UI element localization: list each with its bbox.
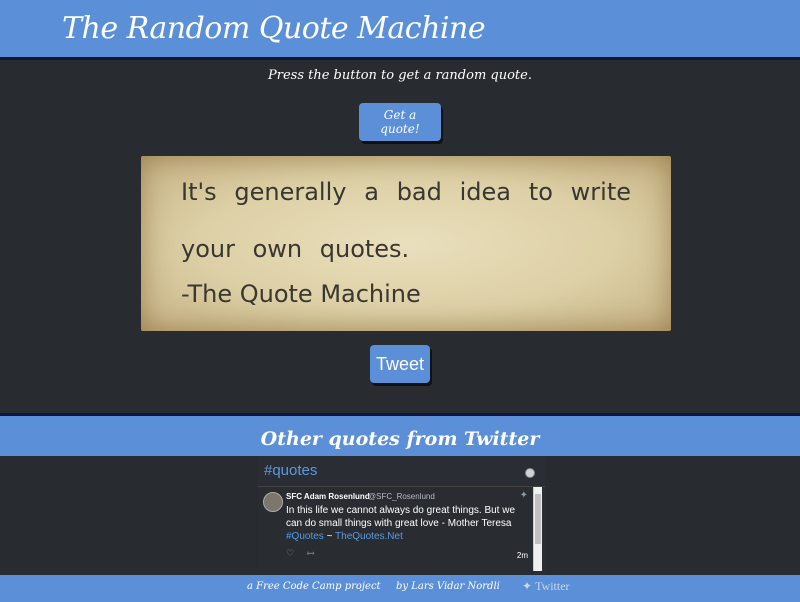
tweet-actions: ♡ ↦ xyxy=(286,549,325,559)
quote-text: It's generally a bad idea to write your … xyxy=(181,178,631,263)
quote-author: -The Quote Machine xyxy=(181,280,421,308)
avatar[interactable] xyxy=(263,492,283,512)
heart-icon[interactable]: ♡ xyxy=(286,549,294,559)
scrollbar-thumb[interactable] xyxy=(535,494,541,544)
share-icon[interactable]: ↦ xyxy=(307,549,315,559)
tweet-body: In this life we cannot always do great t… xyxy=(286,504,531,543)
twitter-section-header: Other quotes from Twitter xyxy=(0,413,800,456)
footer-bar: a Free Code Camp project by Lars Vidar N… xyxy=(0,575,800,602)
tweet-timestamp[interactable]: 2m xyxy=(517,551,528,560)
tweet-url-link[interactable]: TheQuotes.Net xyxy=(335,531,403,542)
info-icon[interactable] xyxy=(525,468,535,478)
page-title: The Random Quote Machine xyxy=(62,11,486,46)
tweet-author-handle[interactable]: @SFC_Rosenlund xyxy=(368,492,435,501)
twitter-bird-icon: ✦ xyxy=(522,579,533,593)
header-bar: The Random Quote Machine xyxy=(0,0,800,60)
tweet-card[interactable]: SFC Adam Rosenlund @SFC_Rosenlund ✦ In t… xyxy=(258,487,534,574)
footer-author-link[interactable]: by Lars Vidar Nordli xyxy=(396,581,500,592)
tweet-text: In this life we cannot always do great t… xyxy=(286,505,516,529)
timeline-scroll-area: SFC Adam Rosenlund @SFC_Rosenlund ✦ In t… xyxy=(258,486,545,574)
tweet-hashtag-link[interactable]: #Quotes xyxy=(286,531,324,542)
quote-paper: It's generally a bad idea to write your … xyxy=(141,156,671,331)
twitter-bird-icon[interactable]: ✦ xyxy=(520,490,528,501)
timeline-scrollbar[interactable] xyxy=(533,487,542,571)
tweet-button[interactable]: Tweet xyxy=(370,345,430,383)
tweet-author-name[interactable]: SFC Adam Rosenlund xyxy=(286,492,370,501)
footer-twitter-link[interactable]: ✦ Twitter xyxy=(522,579,570,594)
instruction-text: Press the button to get a random quote. xyxy=(268,68,532,83)
get-quote-button[interactable]: Get a quote! xyxy=(359,103,441,141)
twitter-section-title: Other quotes from Twitter xyxy=(260,428,540,450)
tweet-separator: ~ xyxy=(323,531,336,542)
footer-twitter-label: Twitter xyxy=(535,579,570,593)
twitter-timeline: #quotes SFC Adam Rosenlund @SFC_Rosenlun… xyxy=(258,456,545,574)
timeline-hashtag[interactable]: #quotes xyxy=(264,462,317,479)
footer-project-link[interactable]: a Free Code Camp project xyxy=(247,581,381,592)
